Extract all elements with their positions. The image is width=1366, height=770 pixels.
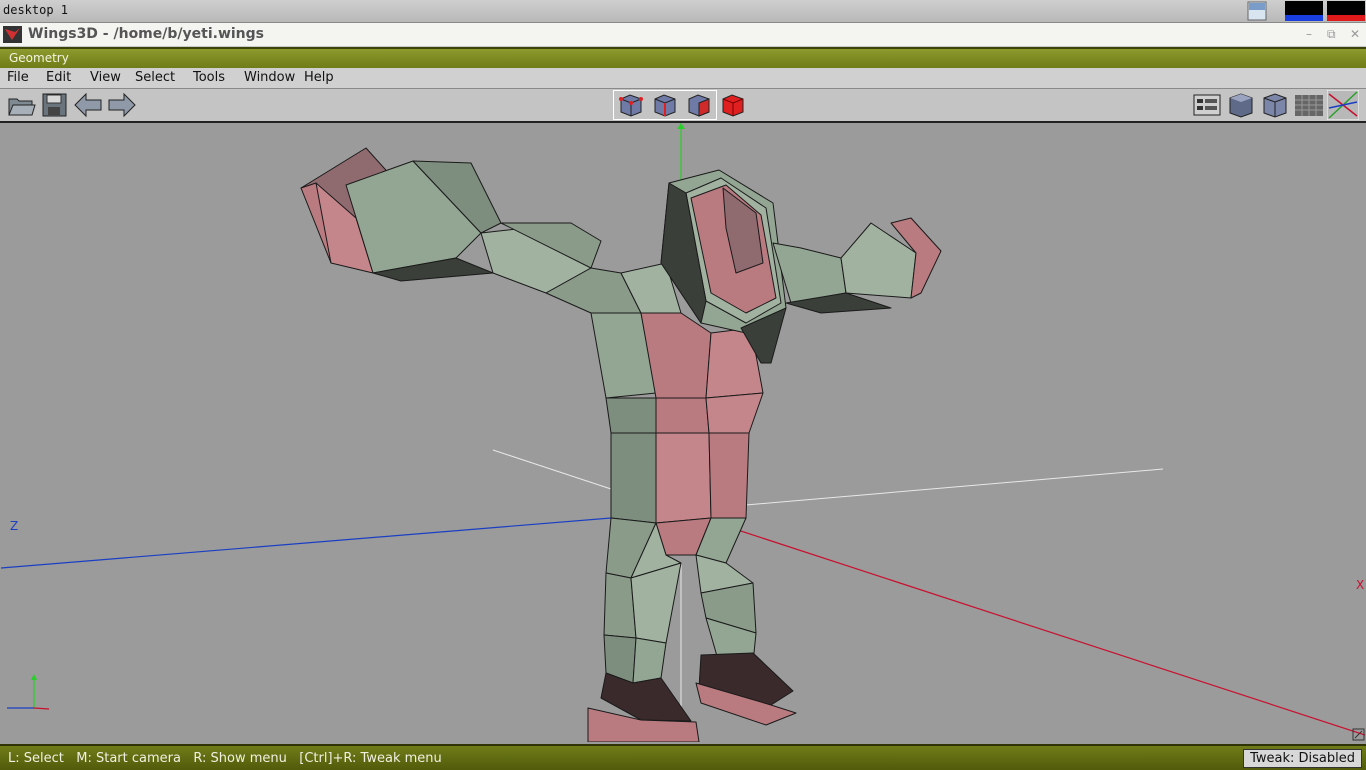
smooth-shade-icon[interactable] <box>1226 91 1256 119</box>
open-folder-icon[interactable] <box>6 91 36 119</box>
show-axes-icon[interactable] <box>1327 90 1359 120</box>
status-hint: L: Select M: Start camera R: Show menu [… <box>8 751 442 766</box>
negative-z-axis-line <box>745 468 1164 506</box>
memory-monitor-icon <box>1327 1 1365 21</box>
desktop-panel: desktop 1 <box>0 0 1366 23</box>
yeti-mesh[interactable] <box>300 147 942 742</box>
menu-window[interactable]: Window <box>244 70 295 85</box>
viewport-3d[interactable]: Z X <box>1 123 1365 742</box>
scene-canvas[interactable] <box>1 123 1365 742</box>
orientation-gizmo <box>7 674 50 710</box>
toolbar <box>0 89 1366 123</box>
vertex-mode-icon[interactable] <box>616 91 646 119</box>
x-axis-line <box>700 517 1365 736</box>
mesh-face <box>605 397 657 434</box>
menu-bar: File Edit View Select Tools Window Help <box>0 68 1366 89</box>
menu-select[interactable]: Select <box>135 70 175 85</box>
edge-mode-icon[interactable] <box>650 91 680 119</box>
menu-help[interactable]: Help <box>304 70 334 85</box>
restore-icon[interactable]: ⧉ <box>1327 27 1336 42</box>
x-axis-label: X <box>1356 578 1365 592</box>
menu-tools[interactable]: Tools <box>193 70 225 85</box>
mesh-face <box>705 392 764 434</box>
save-disk-icon[interactable] <box>40 91 70 119</box>
minimize-icon[interactable]: – <box>1306 27 1312 41</box>
menu-edit[interactable]: Edit <box>46 70 71 85</box>
tweak-status-button[interactable]: Tweak: Disabled <box>1243 749 1362 768</box>
mesh-face <box>655 397 710 434</box>
desktop-label: desktop 1 <box>3 3 69 17</box>
window-titlebar[interactable]: Wings3D - /home/b/yeti.wings – ⧉ ✕ <box>0 23 1366 47</box>
body-mode-icon[interactable] <box>718 91 748 119</box>
close-icon[interactable]: ✕ <box>1350 27 1360 41</box>
negative-x-axis-line <box>492 449 612 490</box>
geometry-window-title[interactable]: Geometry <box>0 47 1366 68</box>
mesh-face <box>610 432 657 524</box>
menu-view[interactable]: View <box>90 70 121 85</box>
outliner-icon[interactable] <box>1192 91 1222 119</box>
z-axis-line <box>1 517 612 569</box>
mesh-face <box>655 432 712 524</box>
status-bar: L: Select M: Start camera R: Show menu [… <box>0 744 1366 770</box>
cpu-monitor-icon <box>1285 1 1323 21</box>
window-title: Wings3D - /home/b/yeti.wings <box>28 26 264 42</box>
y-axis-arrow <box>677 123 685 129</box>
redo-arrow-icon[interactable] <box>107 91 137 119</box>
workspace-pager-icon[interactable] <box>1247 1 1267 21</box>
undo-arrow-icon[interactable] <box>73 91 103 119</box>
mesh-face <box>632 637 667 684</box>
mesh-face <box>708 432 750 519</box>
ground-grid-icon[interactable] <box>1294 91 1324 119</box>
menu-file[interactable]: File <box>7 70 29 85</box>
wings3d-logo-icon <box>3 26 22 43</box>
flat-shade-icon[interactable] <box>1260 91 1290 119</box>
z-axis-label: Z <box>10 519 19 533</box>
face-mode-icon[interactable] <box>684 91 714 119</box>
geometry-title: Geometry <box>9 51 69 65</box>
